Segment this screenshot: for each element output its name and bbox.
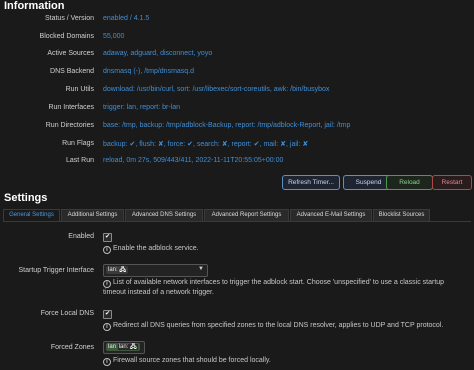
info-label: DNS Backend — [50, 68, 94, 75]
info-icon: i — [103, 280, 111, 288]
info-value: reload, 0m 27s, 509/443/411, 2022-11-11T… — [103, 157, 284, 164]
info-row-run-directories: Run Directories base: /tmp, backup: /tmp… — [0, 122, 474, 136]
selected-interface-chip: lan: 🖧 — [106, 266, 129, 274]
info-row-dns-backend: DNS Backend dnsmasq (-), /tmp/dnsmasq.d — [0, 68, 474, 82]
refresh-timer-button[interactable]: Refresh Timer... — [282, 175, 340, 190]
info-row-run-utils: Run Utils download: /usr/bin/curl, sort:… — [0, 86, 474, 100]
tab-divider — [3, 221, 471, 222]
info-row-status: Status / Version enabled / 4.1.5 — [0, 15, 474, 29]
info-row-run-interfaces: Run Interfaces trigger: lan, report: br-… — [0, 104, 474, 118]
enabled-description: i Enable the adblock service. — [103, 245, 199, 254]
info-value: download: /usr/bin/curl, sort: /usr/libe… — [103, 86, 330, 93]
info-value: trigger: lan, report: br-lan — [103, 104, 181, 111]
info-label: Run Directories — [45, 122, 94, 129]
info-value: base: /tmp, backup: /tmp/adblock-Backup,… — [103, 122, 351, 129]
enabled-label: Enabled — [68, 233, 94, 240]
info-label: Active Sources — [47, 50, 94, 57]
info-label: Blocked Domains — [39, 33, 94, 40]
info-value: 55,000 — [103, 33, 125, 40]
restart-button[interactable]: Restart — [432, 175, 472, 190]
info-row-active-sources: Active Sources adaway, adguard, disconne… — [0, 50, 474, 64]
force-local-dns-description: i Redirect all DNS queries from specified… — [103, 322, 443, 331]
startup-trigger-select[interactable]: lan: 🖧 ▼ — [103, 264, 208, 277]
forced-zones-select[interactable]: lan lan: 🖧 — [103, 341, 145, 354]
network-icon: 🖧 — [130, 344, 137, 350]
info-icon: i — [103, 246, 111, 254]
info-row-run-flags: Run Flags backup: ✔, flush: ✘, force: ✔,… — [0, 140, 474, 154]
reload-button[interactable]: Reload — [386, 175, 433, 190]
info-value: enabled / 4.1.5 — [103, 15, 150, 22]
enabled-checkbox[interactable]: ✔ — [103, 233, 112, 242]
info-row-blocked-domains: Blocked Domains 55,000 — [0, 33, 474, 47]
info-value: dnsmasq (-), /tmp/dnsmasq.d — [103, 68, 195, 75]
force-local-dns-checkbox[interactable]: ✔ — [103, 310, 112, 319]
info-value: adaway, adguard, disconnect, yoyo — [103, 50, 213, 57]
info-row-last-run: Last Run reload, 0m 27s, 509/443/411, 20… — [0, 157, 474, 171]
information-heading: Information — [4, 0, 65, 12]
info-label: Last Run — [65, 157, 94, 164]
info-value: backup: ✔, flush: ✘, force: ✔, search: ✘… — [103, 141, 309, 148]
info-icon: i — [103, 323, 111, 331]
chevron-down-icon: ▼ — [198, 266, 204, 272]
info-label: Run Utils — [65, 86, 94, 93]
zone-chip: lan lan: 🖧 — [106, 343, 140, 351]
info-icon: i — [103, 358, 111, 366]
info-label: Run Interfaces — [48, 104, 94, 111]
info-label: Status / Version — [44, 15, 94, 22]
startup-trigger-label: Startup Trigger Interface — [18, 267, 94, 274]
startup-trigger-description: i List of available network interfaces to… — [103, 279, 445, 296]
forced-zones-label: Forced Zones — [50, 344, 94, 351]
info-label: Run Flags — [62, 140, 94, 147]
force-local-dns-label: Force Local DNS — [40, 310, 94, 317]
settings-heading: Settings — [4, 192, 48, 204]
network-icon: 🖧 — [119, 267, 127, 273]
forced-zones-description: i Firewall source zones that should be fo… — [103, 357, 271, 366]
